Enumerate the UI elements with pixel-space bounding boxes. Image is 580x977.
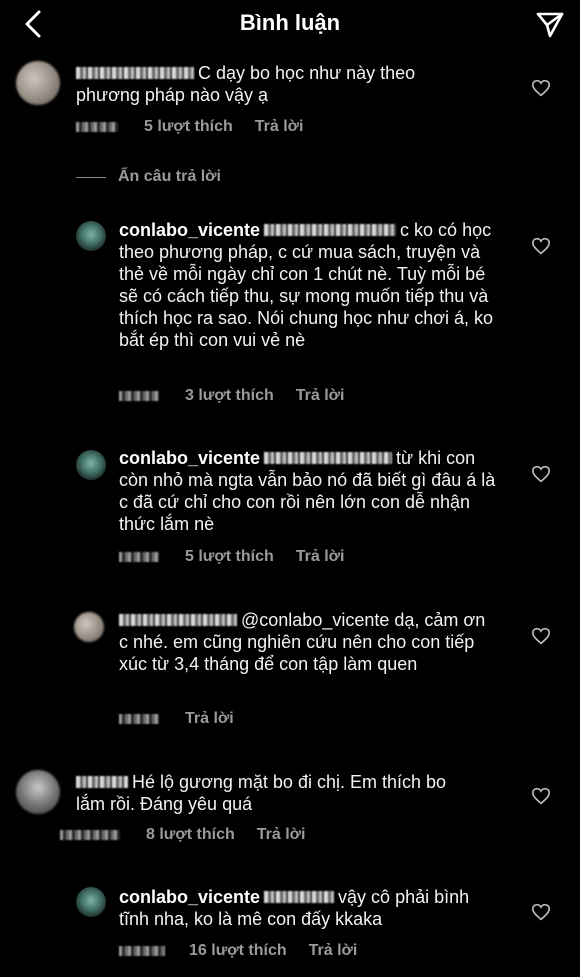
heart-icon[interactable] [531,627,551,645]
username[interactable]: conlabo_vicente [119,448,260,468]
timestamp-blurred [119,713,159,724]
like-count[interactable]: 3 lượt thích [185,387,274,404]
reply-button[interactable]: Trả lời [257,826,306,843]
heart-icon[interactable] [531,237,551,255]
reply-comment: conlabo_vicente c ko có học theo phương p… [0,215,580,415]
timestamp-blurred [119,551,159,562]
avatar[interactable] [76,221,106,251]
reply-button[interactable]: Trả lời [296,387,345,404]
username-blurred[interactable] [76,776,128,789]
heart-icon[interactable] [531,465,551,483]
timestamp-blurred [76,121,118,132]
timestamp-blurred [119,390,159,401]
reply-button[interactable]: Trả lời [296,548,345,565]
avatar[interactable] [16,770,60,814]
reply-button[interactable]: Trả lời [185,710,234,727]
reply-comment: @conlabo_vicente dạ, cảm ơn c nhé. em cũ… [0,606,580,736]
avatar[interactable] [76,450,106,480]
divider [76,177,106,178]
username[interactable]: conlabo_vicente [119,887,260,907]
like-count[interactable]: 8 lượt thích [146,826,235,843]
heart-icon[interactable] [531,79,551,97]
avatar[interactable] [16,61,60,105]
like-count[interactable]: 5 lượt thích [144,118,233,135]
header-bar: Bình luận [0,0,580,50]
like-count[interactable]: 16 lượt thích [189,942,287,959]
comment-text: Hé lộ gương mặt bo đi chị. Em thích bo l… [76,772,447,814]
heart-icon[interactable] [531,787,551,805]
avatar[interactable] [74,612,104,642]
timestamp-blurred [119,945,165,956]
reply-comment: conlabo_vicente từ khi con còn nhỏ mà ngt… [0,444,580,574]
mention-blurred [264,452,393,465]
avatar[interactable] [76,887,106,917]
page-title: Bình luận [239,10,341,35]
timestamp-blurred [60,829,120,840]
username[interactable]: conlabo_vicente [119,220,260,240]
send-icon [536,12,564,38]
reply-button[interactable]: Trả lời [255,118,304,135]
username-blurred[interactable] [76,67,194,80]
comment: Hé lộ gương mặt bo đi chị. Em thích bo l… [0,768,580,868]
hide-replies-button[interactable]: Ẩn câu trả lời [118,168,221,186]
mention-blurred [264,224,397,237]
like-count[interactable]: 5 lượt thích [185,548,274,565]
reply-comment: conlabo_vicente vậy cô phải bình tĩnh nha… [0,883,580,973]
username-blurred[interactable] [119,614,237,627]
share-button[interactable] [534,8,566,40]
heart-icon[interactable] [531,903,551,921]
reply-button[interactable]: Trả lời [309,942,358,959]
mention-blurred [264,891,335,904]
comment: C dạy bo học như này theo phương pháp nà… [0,55,580,155]
